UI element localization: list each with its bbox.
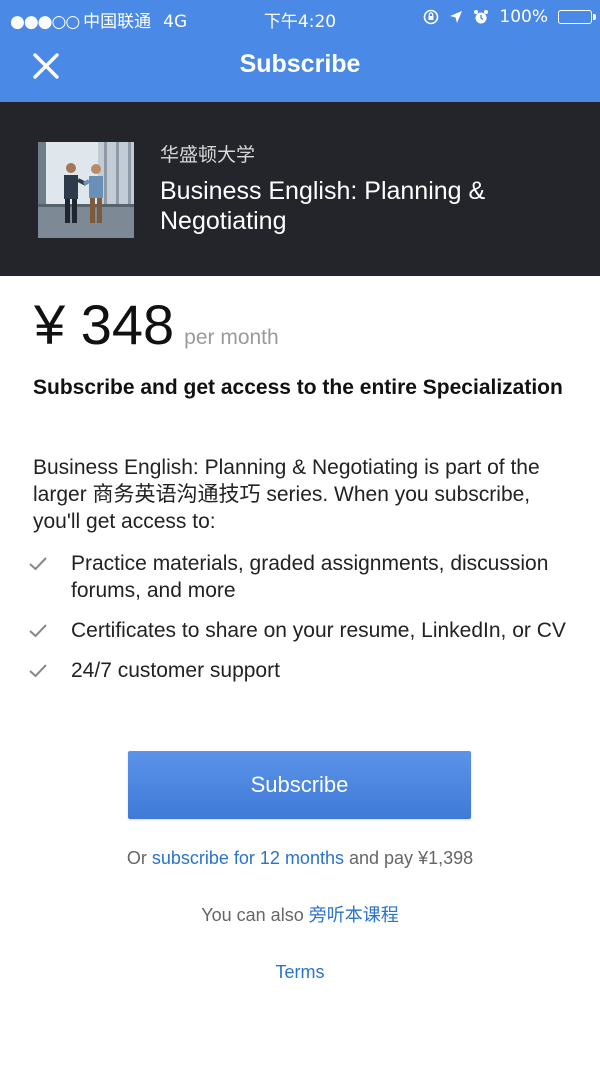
benefit-item: 24/7 customer support xyxy=(0,657,571,684)
course-thumbnail xyxy=(38,142,134,238)
benefit-text: Practice materials, graded assignments, … xyxy=(71,552,549,602)
annual-price: ¥1,398 xyxy=(418,848,474,868)
annual-prefix: Or xyxy=(126,848,147,868)
rotation-lock-icon xyxy=(424,9,439,25)
check-icon xyxy=(29,557,47,571)
battery-percent: 100% xyxy=(499,7,548,27)
page-title: Subscribe xyxy=(239,50,361,78)
audit-prefix: You can also xyxy=(201,905,304,925)
audit-option: You can also 旁听本课程 xyxy=(0,901,600,927)
subscribe-description: Business English: Planning & Negotiating… xyxy=(33,456,540,533)
handshake-photo xyxy=(38,142,134,238)
subscribe-headline: Subscribe and get access to the entire S… xyxy=(33,376,563,399)
benefit-item: Practice materials, graded assignments, … xyxy=(0,550,571,604)
course-header: 华盛顿大学 Business English: Planning & Negot… xyxy=(0,102,600,276)
benefits-list: Practice materials, graded assignments, … xyxy=(0,550,600,684)
status-right: 100% xyxy=(423,7,596,27)
price-amount: ¥ 348 xyxy=(34,293,175,356)
audit-course-link[interactable]: 旁听本课程 xyxy=(309,905,399,925)
location-arrow-icon xyxy=(450,11,463,23)
terms-link[interactable]: Terms xyxy=(0,962,600,983)
battery-icon xyxy=(558,10,596,24)
check-icon xyxy=(29,664,47,678)
price-block: ¥ 348 per month xyxy=(34,292,279,357)
check-icon xyxy=(29,624,47,638)
status-bar: ●●●○○ 中国联通 4G 下午4:20 100% xyxy=(0,0,600,34)
benefit-text: 24/7 customer support xyxy=(71,659,280,682)
price-period: per month xyxy=(184,326,279,349)
annual-middle: and pay xyxy=(348,848,414,868)
annual-option: Or subscribe for 12 months and pay ¥1,39… xyxy=(0,848,600,869)
university-name: 华盛顿大学 xyxy=(160,144,256,166)
top-bar: ●●●○○ 中国联通 4G 下午4:20 100% Subscribe xyxy=(0,0,600,102)
course-title: Business English: Planning & Negotiating xyxy=(160,177,486,235)
subscribe-screen: ●●●○○ 中国联通 4G 下午4:20 100% Subscribe 华盛顿大… xyxy=(0,0,600,1068)
alarm-clock-icon xyxy=(474,10,489,24)
subscribe-button[interactable]: Subscribe xyxy=(128,751,471,819)
annual-subscribe-link[interactable]: subscribe for 12 months xyxy=(152,848,344,868)
benefit-item: Certificates to share on your resume, Li… xyxy=(0,617,571,644)
benefit-text: Certificates to share on your resume, Li… xyxy=(71,619,566,642)
